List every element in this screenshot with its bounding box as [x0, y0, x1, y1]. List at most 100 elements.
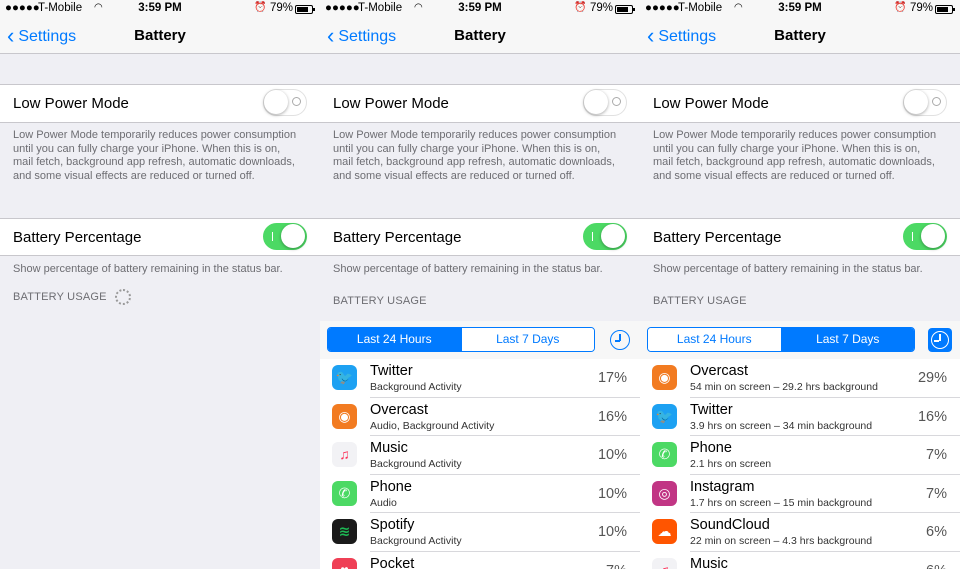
list-item[interactable]: ≋ Spotify Background Activity 10%: [320, 513, 640, 552]
time-range-segmented-control: Last 24 Hours Last 7 Days: [327, 327, 595, 352]
segment-last-7-days[interactable]: Last 7 Days: [780, 328, 914, 351]
instagram-icon: ◎: [652, 480, 677, 506]
battery-percentage-description: Show percentage of battery remaining in …: [13, 263, 283, 275]
list-item[interactable]: ◎ Instagram 1.7 hrs on screen – 15 min bac…: [640, 475, 960, 513]
page-title: Battery: [774, 27, 826, 44]
pocket-icon: ♥: [332, 557, 357, 569]
clock-icon[interactable]: [610, 330, 630, 350]
app-usage-detail: Background Activity: [370, 458, 462, 470]
alarm-icon: ⏰: [574, 2, 587, 13]
app-usage-percent: 10%: [597, 524, 627, 540]
spotify-icon: ≋: [332, 519, 357, 544]
app-name: Pocket: [370, 555, 415, 569]
toggle-knob: [264, 90, 288, 114]
toggle-knob: [904, 90, 928, 114]
clock-icon[interactable]: [928, 328, 952, 352]
low-power-mode-cell: Low Power Mode: [320, 84, 640, 123]
app-usage-percent: 17%: [597, 370, 627, 386]
segment-last-24-hours[interactable]: Last 24 Hours: [328, 328, 461, 351]
app-usage-percent: 16%: [917, 408, 947, 425]
battery-percentage-toggle[interactable]: [263, 223, 307, 250]
battery-screen: ●●●●● T-Mobile ◠ 3:59 PM ⏰ 79% ‹ Settings…: [0, 0, 320, 569]
time-range-bar: Last 24 Hours Last 7 Days: [320, 321, 640, 359]
battery-icon: [935, 5, 955, 14]
low-power-mode-description: Low Power Mode temporarily reduces power…: [653, 129, 937, 183]
list-item[interactable]: ♥ Pocket 7%: [320, 552, 640, 569]
battery-percentage-cell: Battery Percentage: [320, 218, 640, 256]
toggle-off-icon: [932, 97, 941, 106]
list-item[interactable]: ✆ Phone 2.1 hrs on screen 7%: [640, 436, 960, 475]
battery-percentage-description: Show percentage of battery remaining in …: [653, 263, 923, 275]
battery-percentage-description: Show percentage of battery remaining in …: [333, 263, 603, 275]
twitter-icon: 🐦: [652, 403, 677, 429]
list-item[interactable]: ♫ Music 6%: [640, 552, 960, 569]
app-usage-detail: Audio: [370, 496, 397, 509]
list-item[interactable]: ◉ Overcast 54 min on screen – 29.2 hrs bac…: [640, 359, 960, 398]
overcast-icon: ◉: [332, 403, 357, 429]
app-usage-detail: 2.1 hrs on screen: [690, 458, 772, 470]
app-usage-percent: 7%: [926, 485, 947, 502]
app-usage-percent: 7%: [606, 563, 627, 569]
low-power-mode-toggle[interactable]: [583, 89, 627, 116]
battery-percentage-label: Battery Percentage: [333, 229, 462, 246]
battery-usage-header: BATTERY USAGE: [653, 295, 747, 307]
toggle-knob: [601, 224, 625, 248]
app-name: Music: [370, 440, 408, 456]
battery-usage-header: BATTERY USAGE: [13, 289, 131, 305]
status-bar: ●●●●● T-Mobile ◠ 3:59 PM ⏰ 79%: [0, 0, 320, 20]
battery-usage-label: BATTERY USAGE: [13, 290, 107, 303]
app-usage-detail: 1.7 hrs on screen – 15 min background: [690, 496, 873, 509]
list-item[interactable]: ♫ Music Background Activity 10%: [320, 436, 640, 475]
app-usage-detail: 22 min on screen – 4.3 hrs background: [690, 535, 873, 547]
app-usage-percent: 6%: [926, 524, 947, 540]
segment-last-7-days[interactable]: Last 7 Days: [460, 328, 594, 351]
list-item[interactable]: 🐦 Twitter Background Activity 17%: [320, 359, 640, 398]
navigation-bar: ‹ Settings Battery: [0, 20, 320, 54]
low-power-mode-toggle[interactable]: [903, 89, 947, 116]
app-name: Twitter: [690, 401, 733, 418]
app-name: Overcast: [370, 401, 429, 418]
app-usage-detail: Audio, Background Activity: [370, 419, 495, 432]
toggle-on-icon: [272, 232, 273, 241]
battery-percent-label: 79%: [270, 2, 294, 14]
list-item[interactable]: ◉ Overcast Audio, Background Activity 16%: [320, 398, 640, 436]
battery-screen: ●●●●● T-Mobile ◠ 3:59 PM ⏰ 79% ‹ Settings…: [640, 0, 960, 569]
app-usage-percent: 16%: [597, 408, 627, 425]
battery-icon: [615, 5, 635, 14]
toggle-knob: [584, 90, 608, 114]
battery-percentage-cell: Battery Percentage: [0, 218, 320, 256]
battery-percentage-label: Battery Percentage: [653, 229, 782, 246]
battery-usage-label: BATTERY USAGE: [653, 295, 747, 307]
app-name: Music: [690, 555, 728, 569]
battery-percentage-label: Battery Percentage: [13, 229, 142, 246]
toggle-knob: [921, 224, 945, 248]
status-bar: ●●●●● T-Mobile ◠ 3:59 PM ⏰ 79%: [640, 0, 960, 20]
low-power-mode-description: Low Power Mode temporarily reduces power…: [13, 129, 297, 183]
app-name: Instagram: [690, 478, 755, 495]
toggle-off-icon: [292, 97, 301, 106]
alarm-icon: ⏰: [254, 2, 267, 13]
list-item[interactable]: 🐦 Twitter 3.9 hrs on screen – 34 min backg…: [640, 398, 960, 436]
soundcloud-icon: ☁: [652, 519, 677, 544]
low-power-mode-label: Low Power Mode: [13, 95, 129, 112]
toggle-knob: [281, 224, 305, 248]
page-title: Battery: [134, 27, 186, 44]
low-power-mode-cell: Low Power Mode: [0, 84, 320, 123]
list-item[interactable]: ☁ SoundCloud 22 min on screen – 4.3 hrs ba…: [640, 513, 960, 552]
app-usage-detail: 3.9 hrs on screen – 34 min background: [690, 419, 873, 432]
battery-percentage-toggle[interactable]: [903, 223, 947, 250]
app-usage-percent: 29%: [917, 370, 947, 386]
segment-last-24-hours[interactable]: Last 24 Hours: [648, 328, 781, 351]
phone-icon: ✆: [652, 442, 677, 467]
battery-percentage-toggle[interactable]: [583, 223, 627, 250]
battery-percent-label: 79%: [590, 2, 614, 14]
low-power-mode-toggle[interactable]: [263, 89, 307, 116]
toggle-off-icon: [612, 97, 621, 106]
toggle-on-icon: [592, 232, 593, 241]
list-item[interactable]: ✆ Phone Audio 10%: [320, 475, 640, 513]
app-name: Overcast: [690, 363, 749, 379]
app-usage-list: ◉ Overcast 54 min on screen – 29.2 hrs bac…: [640, 359, 960, 569]
battery-screen: ●●●●● T-Mobile ◠ 3:59 PM ⏰ 79% ‹ Settings…: [320, 0, 640, 569]
app-usage-percent: 7%: [926, 447, 947, 463]
low-power-mode-cell: Low Power Mode: [640, 84, 960, 123]
